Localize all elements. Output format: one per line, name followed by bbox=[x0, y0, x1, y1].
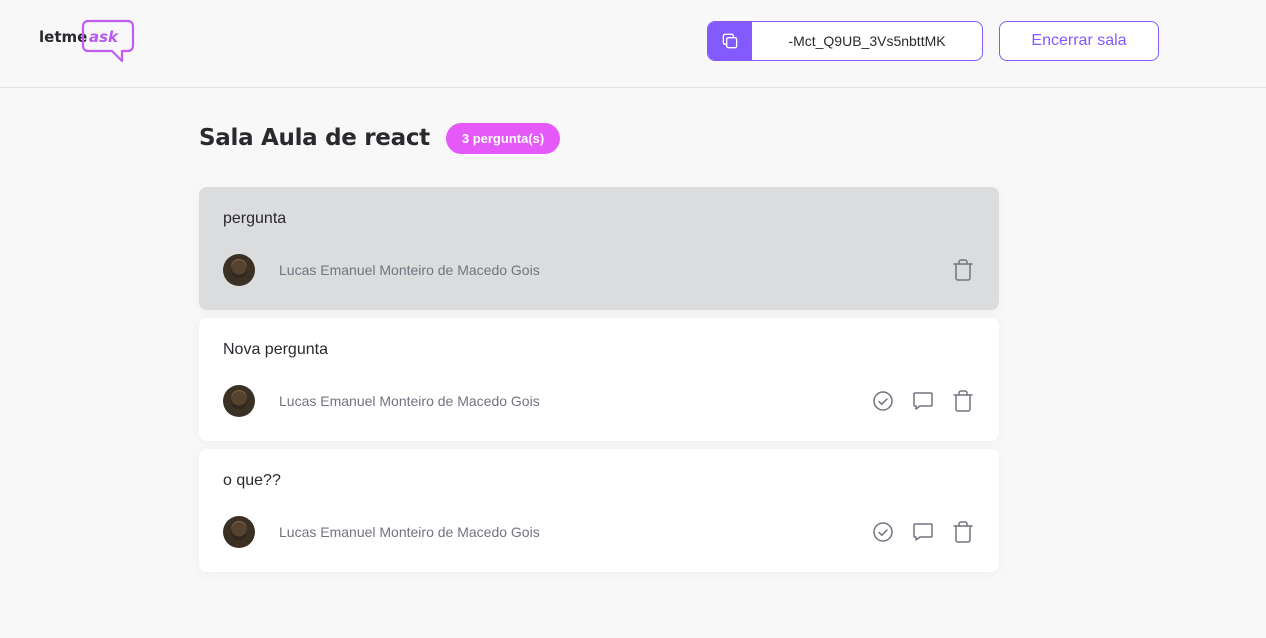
delete-question-button[interactable] bbox=[951, 389, 975, 413]
trash-icon bbox=[953, 521, 973, 543]
question-list: pergunta Lucas Emanuel Monteiro de Maced… bbox=[199, 187, 999, 572]
question-footer: Lucas Emanuel Monteiro de Macedo Gois bbox=[223, 516, 975, 548]
question-card: Nova pergunta Lucas Emanuel Monteiro de … bbox=[199, 318, 999, 441]
logo-text-primary: letme bbox=[39, 28, 87, 46]
room-title: Sala Aula de react bbox=[199, 125, 430, 151]
chat-bubble-icon bbox=[913, 523, 933, 541]
question-footer: Lucas Emanuel Monteiro de Macedo Gois bbox=[223, 254, 975, 286]
highlight-question-button[interactable] bbox=[911, 389, 935, 413]
delete-question-button[interactable] bbox=[951, 258, 975, 282]
question-author: Lucas Emanuel Monteiro de Macedo Gois bbox=[223, 254, 540, 286]
question-footer: Lucas Emanuel Monteiro de Macedo Gois bbox=[223, 385, 975, 417]
question-content: o que?? bbox=[223, 472, 281, 489]
trash-icon bbox=[953, 259, 973, 281]
highlight-question-button[interactable] bbox=[911, 520, 935, 544]
mark-answered-button[interactable] bbox=[871, 389, 895, 413]
question-actions bbox=[871, 520, 975, 544]
author-name: Lucas Emanuel Monteiro de Macedo Gois bbox=[279, 262, 540, 278]
avatar bbox=[223, 254, 255, 286]
room-code-button[interactable]: -Mct_Q9UB_3Vs5nbttMK bbox=[707, 21, 983, 61]
check-circle-icon bbox=[873, 522, 893, 542]
question-author: Lucas Emanuel Monteiro de Macedo Gois bbox=[223, 385, 540, 417]
mark-answered-button[interactable] bbox=[871, 520, 895, 544]
question-content: Nova pergunta bbox=[223, 341, 328, 358]
header: letme ask -Mct_Q9UB_3Vs5nbttMK Encerrar … bbox=[0, 0, 1266, 88]
chat-bubble-icon bbox=[913, 392, 933, 410]
close-room-button[interactable]: Encerrar sala bbox=[999, 21, 1159, 61]
author-name: Lucas Emanuel Monteiro de Macedo Gois bbox=[279, 524, 540, 540]
avatar bbox=[223, 385, 255, 417]
letmeask-logo[interactable]: letme ask bbox=[38, 17, 138, 65]
question-count-badge: 3 pergunta(s) bbox=[445, 122, 561, 154]
delete-question-button[interactable] bbox=[951, 520, 975, 544]
question-author: Lucas Emanuel Monteiro de Macedo Gois bbox=[223, 516, 540, 548]
question-card: o que?? Lucas Emanuel Monteiro de Macedo… bbox=[199, 449, 999, 572]
room-code-text: -Mct_Q9UB_3Vs5nbttMK bbox=[788, 33, 946, 49]
author-name: Lucas Emanuel Monteiro de Macedo Gois bbox=[279, 393, 540, 409]
room-title-row: Sala Aula de react 3 pergunta(s) bbox=[199, 122, 999, 154]
question-actions bbox=[871, 389, 975, 413]
main-content: Sala Aula de react 3 pergunta(s) pergunt… bbox=[199, 88, 999, 580]
copy-icon[interactable] bbox=[708, 22, 752, 60]
question-content: pergunta bbox=[223, 210, 287, 227]
check-circle-icon bbox=[873, 391, 893, 411]
logo-text-accent: ask bbox=[89, 28, 119, 46]
avatar bbox=[223, 516, 255, 548]
question-actions bbox=[951, 258, 975, 282]
trash-icon bbox=[953, 390, 973, 412]
question-card: pergunta Lucas Emanuel Monteiro de Maced… bbox=[199, 187, 999, 310]
